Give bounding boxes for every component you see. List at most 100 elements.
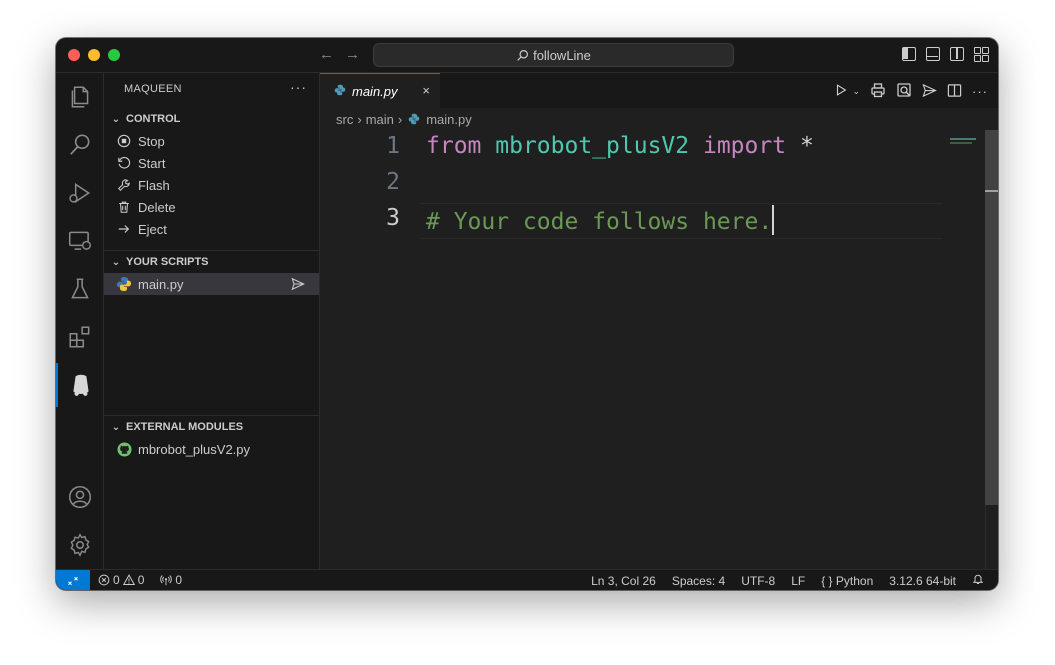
back-arrow-icon[interactable]: ← bbox=[319, 46, 334, 63]
cursor-position[interactable]: Ln 3, Col 26 bbox=[591, 574, 656, 588]
python-interpreter[interactable]: 3.12.6 64-bit bbox=[889, 574, 956, 588]
files-icon[interactable] bbox=[56, 75, 103, 119]
tab-main-py[interactable]: main.py × bbox=[320, 73, 440, 108]
print-icon[interactable] bbox=[870, 82, 886, 101]
preview-search-icon[interactable] bbox=[896, 82, 912, 101]
code-line-3: # Your code follows here. bbox=[426, 205, 775, 235]
breadcrumb: src › main › main.py bbox=[320, 108, 998, 130]
control-item-eject[interactable]: Eject bbox=[104, 218, 319, 240]
vscode-window: ← → followLine MAQUEEN ··· ⌄ CONTROL Sto… bbox=[56, 38, 998, 590]
chevron-down-icon: ⌄ bbox=[111, 113, 121, 125]
editor-tabs: main.py × ⌄ ··· bbox=[320, 73, 998, 109]
error-icon bbox=[98, 574, 110, 586]
eject-arrow-icon bbox=[116, 222, 132, 236]
wrench-icon bbox=[116, 178, 132, 192]
chevron-down-icon: ⌄ bbox=[111, 256, 121, 268]
stop-circle-icon bbox=[116, 134, 132, 148]
code-comment: # Your code follows here. bbox=[426, 209, 773, 235]
toggle-primary-sidebar-icon[interactable] bbox=[902, 47, 916, 61]
section-scripts-header[interactable]: ⌄ YOUR SCRIPTS bbox=[104, 251, 319, 273]
control-item-flash[interactable]: Flash bbox=[104, 174, 319, 196]
chevron-right-icon: › bbox=[397, 111, 403, 127]
chevron-down-icon[interactable]: ⌄ bbox=[852, 86, 860, 97]
tab-label: main.py bbox=[352, 83, 398, 99]
settings-gear-icon[interactable] bbox=[56, 523, 103, 567]
layout-controls bbox=[902, 47, 989, 62]
minimap-line bbox=[950, 142, 972, 144]
code-editor[interactable]: 1 2 3 from mbrobot_plusV2 import * # You… bbox=[320, 130, 998, 569]
title-bar: ← → followLine bbox=[56, 38, 998, 73]
end-of-line[interactable]: LF bbox=[791, 574, 805, 588]
scrollbar-cursor-marker bbox=[985, 190, 998, 192]
account-icon[interactable] bbox=[56, 475, 103, 519]
run-python-icon[interactable] bbox=[834, 83, 848, 100]
split-editor-icon[interactable] bbox=[947, 83, 962, 101]
primary-sidebar: MAQUEEN ··· ⌄ CONTROL Stop Start Flash D… bbox=[104, 73, 320, 569]
status-left: 0 0 0 bbox=[98, 573, 182, 587]
keyword-import: import bbox=[702, 133, 787, 159]
trash-icon bbox=[116, 200, 132, 214]
control-item-start[interactable]: Start bbox=[104, 152, 319, 174]
code-line-1: from mbrobot_plusV2 import * bbox=[426, 133, 814, 159]
toggle-panel-icon[interactable] bbox=[926, 47, 940, 61]
more-actions-icon[interactable]: ··· bbox=[290, 79, 307, 95]
chevron-right-icon: › bbox=[357, 111, 362, 127]
minimize-window-button[interactable] bbox=[88, 49, 100, 61]
more-actions-icon[interactable]: ··· bbox=[972, 84, 988, 99]
control-item-stop[interactable]: Stop bbox=[104, 130, 319, 152]
send-icon[interactable] bbox=[291, 277, 305, 294]
customize-layout-icon[interactable] bbox=[974, 47, 989, 62]
status-right: Ln 3, Col 26 Spaces: 4 UTF-8 LF { } Pyth… bbox=[591, 573, 984, 588]
maqueen-robot-icon[interactable] bbox=[56, 363, 103, 407]
braces-icon: { } bbox=[821, 573, 833, 588]
section-control-header[interactable]: ⌄ CONTROL bbox=[104, 108, 319, 130]
control-item-delete[interactable]: Delete bbox=[104, 196, 319, 218]
script-item-main-py[interactable]: main.py bbox=[104, 273, 319, 295]
refresh-icon bbox=[116, 156, 132, 170]
breadcrumb-file[interactable]: main.py bbox=[426, 112, 472, 127]
activity-bar bbox=[56, 73, 104, 569]
testing-icon[interactable] bbox=[56, 267, 103, 311]
extensions-icon[interactable] bbox=[56, 315, 103, 359]
broadcast-icon bbox=[160, 575, 173, 586]
toggle-secondary-sidebar-icon[interactable] bbox=[950, 47, 964, 61]
problems-indicator[interactable]: 0 0 bbox=[98, 573, 144, 587]
python-icon bbox=[334, 84, 346, 99]
close-tab-icon[interactable]: × bbox=[422, 83, 430, 98]
module-name: mbrobot_plusV2 bbox=[495, 133, 690, 159]
minimap-line bbox=[950, 138, 976, 140]
section-modules-header[interactable]: ⌄ EXTERNAL MODULES bbox=[104, 416, 319, 438]
status-bar: 0 0 0 Ln 3, Col 26 Spaces: 4 UTF-8 LF { … bbox=[56, 569, 998, 590]
notifications-bell-icon[interactable] bbox=[972, 573, 984, 588]
breadcrumb-main[interactable]: main bbox=[366, 112, 394, 127]
module-item-mbrobot[interactable]: mbrobot_plusV2.py bbox=[104, 438, 319, 460]
keyword-from: from bbox=[426, 133, 482, 159]
close-window-button[interactable] bbox=[68, 49, 80, 61]
import-star: * bbox=[799, 133, 814, 159]
chevron-down-icon: ⌄ bbox=[111, 421, 121, 433]
remote-indicator-icon[interactable] bbox=[56, 570, 90, 590]
line-number: 2 bbox=[386, 169, 400, 195]
ports-indicator[interactable]: 0 bbox=[160, 573, 182, 587]
language-mode[interactable]: { } Python bbox=[821, 574, 873, 588]
python-icon bbox=[116, 276, 132, 292]
forward-arrow-icon[interactable]: → bbox=[345, 46, 360, 63]
editor-actions: ⌄ ··· bbox=[834, 82, 988, 101]
zoom-window-button[interactable] bbox=[108, 49, 120, 61]
send-icon[interactable] bbox=[922, 83, 937, 101]
command-center-search[interactable]: followLine bbox=[373, 43, 734, 67]
line-number: 1 bbox=[386, 133, 400, 159]
encoding[interactable]: UTF-8 bbox=[741, 574, 775, 588]
search-icon[interactable] bbox=[56, 123, 103, 167]
warning-icon bbox=[122, 574, 135, 585]
remote-explorer-icon[interactable] bbox=[56, 219, 103, 263]
sidebar-title: MAQUEEN bbox=[124, 83, 182, 95]
command-center-text: followLine bbox=[533, 47, 591, 63]
breadcrumb-src[interactable]: src bbox=[336, 112, 353, 127]
indentation[interactable]: Spaces: 4 bbox=[672, 574, 725, 588]
line-number: 3 bbox=[386, 205, 400, 231]
vertical-scrollbar-thumb[interactable] bbox=[985, 130, 998, 505]
run-debug-icon[interactable] bbox=[56, 171, 103, 215]
github-icon bbox=[116, 441, 132, 457]
text-cursor bbox=[772, 205, 775, 235]
